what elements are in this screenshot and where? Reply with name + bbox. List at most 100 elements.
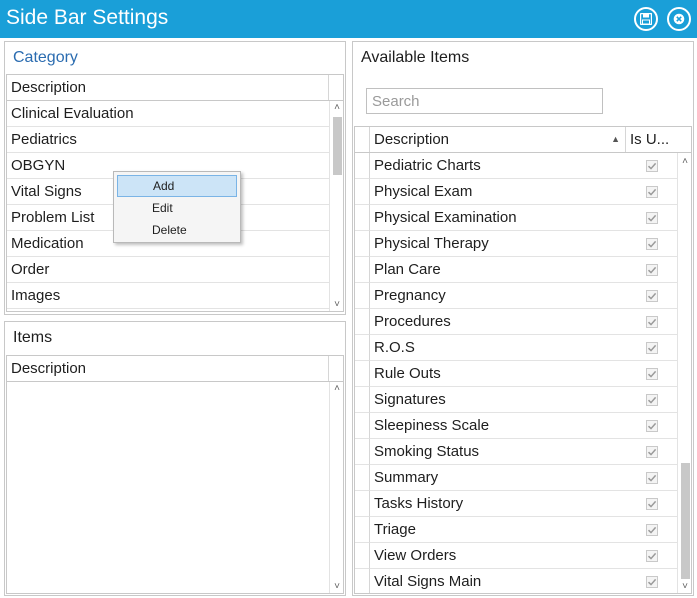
- items-scrollbar[interactable]: ˄ ˅: [329, 382, 343, 593]
- items-grid[interactable]: Description ˄ ˅: [6, 355, 344, 594]
- column-header-description[interactable]: Description ▲: [370, 127, 626, 152]
- available-item-description[interactable]: Summary: [370, 465, 626, 491]
- is-used-checkbox[interactable]: [646, 446, 658, 458]
- search-input[interactable]: [366, 88, 603, 114]
- scroll-up-icon[interactable]: ˄: [330, 382, 343, 396]
- is-used-cell: [626, 153, 677, 179]
- row-header[interactable]: [355, 387, 370, 413]
- available-item-description[interactable]: Vital Signs Main: [370, 569, 626, 593]
- is-used-checkbox[interactable]: [646, 394, 658, 406]
- available-item-description[interactable]: R.O.S: [370, 335, 626, 361]
- is-used-checkbox[interactable]: [646, 238, 658, 250]
- column-header-description[interactable]: Description: [7, 75, 329, 100]
- available-item-description[interactable]: Pediatric Charts: [370, 153, 626, 179]
- is-used-cell: [626, 309, 677, 335]
- available-item-description[interactable]: Tasks History: [370, 491, 626, 517]
- scroll-down-icon[interactable]: ˅: [678, 580, 691, 593]
- is-used-checkbox[interactable]: [646, 368, 658, 380]
- is-used-checkbox[interactable]: [646, 498, 658, 510]
- row-header[interactable]: [355, 361, 370, 387]
- category-grid-header: Description: [7, 75, 343, 101]
- is-used-checkbox[interactable]: [646, 264, 658, 276]
- available-item-description[interactable]: Signatures: [370, 387, 626, 413]
- is-used-checkbox[interactable]: [646, 160, 658, 172]
- is-used-cell: [626, 283, 677, 309]
- available-items-title: Available Items: [361, 49, 470, 66]
- available-item-description[interactable]: Physical Examination: [370, 205, 626, 231]
- is-used-checkbox[interactable]: [646, 472, 658, 484]
- available-item-description[interactable]: View Orders: [370, 543, 626, 569]
- category-row[interactable]: Pediatrics: [7, 127, 329, 153]
- scroll-thumb[interactable]: [681, 463, 690, 579]
- title-bar: Side Bar Settings: [0, 0, 697, 38]
- is-used-checkbox[interactable]: [646, 550, 658, 562]
- row-header-column: [355, 127, 370, 152]
- row-header[interactable]: [355, 283, 370, 309]
- scroll-down-icon[interactable]: ˅: [330, 298, 343, 311]
- row-header[interactable]: [355, 569, 370, 593]
- column-header-is-used[interactable]: Is U...: [626, 127, 678, 152]
- row-header[interactable]: [355, 413, 370, 439]
- is-used-checkbox[interactable]: [646, 342, 658, 354]
- row-header[interactable]: [355, 465, 370, 491]
- column-header-description[interactable]: Description: [7, 356, 329, 381]
- context-menu-edit[interactable]: Edit: [117, 197, 237, 219]
- row-header[interactable]: [355, 231, 370, 257]
- is-used-checkbox[interactable]: [646, 290, 658, 302]
- is-used-cell: [626, 361, 677, 387]
- is-used-cell: [626, 205, 677, 231]
- available-item-description[interactable]: Plan Care: [370, 257, 626, 283]
- context-menu-add[interactable]: Add: [117, 175, 237, 197]
- is-used-cell: [626, 179, 677, 205]
- context-menu: Add Edit Delete: [113, 171, 241, 243]
- row-header[interactable]: [355, 491, 370, 517]
- row-header[interactable]: [355, 543, 370, 569]
- available-item-description[interactable]: Sleepiness Scale: [370, 413, 626, 439]
- category-row[interactable]: Images: [7, 283, 329, 309]
- items-panel-title: Items: [13, 329, 53, 346]
- row-header[interactable]: [355, 335, 370, 361]
- column-header-description-label: Description: [374, 131, 450, 148]
- is-used-cell: [626, 517, 677, 543]
- is-used-cell: [626, 465, 677, 491]
- category-panel-title: Category: [13, 49, 78, 66]
- category-scrollbar[interactable]: ˄ ˅: [329, 101, 343, 311]
- available-item-description[interactable]: Physical Exam: [370, 179, 626, 205]
- is-used-checkbox[interactable]: [646, 186, 658, 198]
- available-item-description[interactable]: Pregnancy: [370, 283, 626, 309]
- scroll-up-icon[interactable]: ˄: [678, 155, 691, 169]
- row-header[interactable]: [355, 517, 370, 543]
- save-icon: [640, 13, 652, 25]
- available-items-grid[interactable]: Description ▲ Is U... Pediatric Charts Ph…: [354, 126, 692, 594]
- available-items-panel: Available Items Description ▲ Is U... Pe…: [352, 41, 694, 596]
- row-header[interactable]: [355, 439, 370, 465]
- available-item-description[interactable]: Rule Outs: [370, 361, 626, 387]
- available-item-description[interactable]: Physical Therapy: [370, 231, 626, 257]
- row-header[interactable]: [355, 309, 370, 335]
- save-button[interactable]: [634, 7, 658, 31]
- scroll-thumb[interactable]: [333, 117, 342, 175]
- available-scrollbar[interactable]: ˄ ˅: [677, 153, 691, 593]
- is-used-checkbox[interactable]: [646, 316, 658, 328]
- items-panel: Items Description ˄ ˅: [4, 321, 346, 596]
- available-item-description[interactable]: Smoking Status: [370, 439, 626, 465]
- is-used-cell: [626, 387, 677, 413]
- is-used-checkbox[interactable]: [646, 420, 658, 432]
- category-row[interactable]: Clinical Evaluation: [7, 101, 329, 127]
- scroll-up-icon[interactable]: ˄: [330, 101, 343, 115]
- context-menu-delete[interactable]: Delete: [117, 219, 237, 241]
- row-header[interactable]: [355, 205, 370, 231]
- available-item-description[interactable]: Procedures: [370, 309, 626, 335]
- is-used-checkbox[interactable]: [646, 212, 658, 224]
- row-header[interactable]: [355, 153, 370, 179]
- category-row[interactable]: Order: [7, 257, 329, 283]
- is-used-cell: [626, 413, 677, 439]
- is-used-checkbox[interactable]: [646, 576, 658, 588]
- available-item-description[interactable]: Triage: [370, 517, 626, 543]
- row-header[interactable]: [355, 179, 370, 205]
- close-button[interactable]: [667, 7, 691, 31]
- row-header[interactable]: [355, 257, 370, 283]
- scroll-down-icon[interactable]: ˅: [330, 580, 343, 593]
- window-title: Side Bar Settings: [6, 6, 169, 29]
- is-used-checkbox[interactable]: [646, 524, 658, 536]
